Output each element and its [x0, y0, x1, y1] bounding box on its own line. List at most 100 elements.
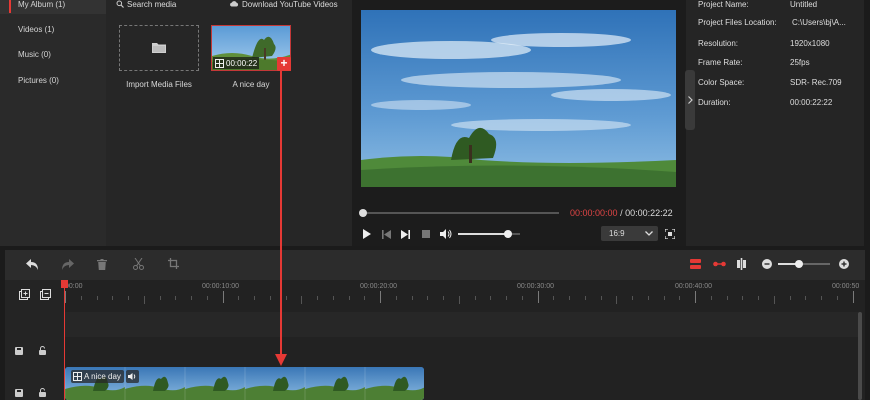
- ruler-tick: [600, 296, 602, 300]
- previous-frame-icon[interactable]: [382, 230, 391, 239]
- ruler-tick: [553, 296, 555, 300]
- ruler-tick: [395, 296, 397, 300]
- snap-icon[interactable]: [713, 260, 726, 268]
- download-youtube-button[interactable]: Download YouTube Videos: [229, 0, 338, 10]
- fullscreen-icon[interactable]: [665, 229, 675, 239]
- add-track-icon[interactable]: [19, 289, 30, 300]
- ruler-label-20: 00:00:20:00: [360, 283, 397, 290]
- track-lock-icon[interactable]: [39, 346, 46, 355]
- prop-key-files-location: Project Files Location:: [698, 18, 777, 27]
- ruler-tick: [584, 296, 586, 300]
- ruler-tick: [569, 296, 570, 300]
- ruler-tick: [458, 296, 460, 304]
- album-sidebar: My Album (1) Videos (1) Music (0) Pictur…: [0, 0, 106, 246]
- track-headers: [5, 280, 65, 400]
- next-frame-icon[interactable]: [401, 230, 410, 239]
- zoom-slider-track[interactable]: [778, 263, 830, 265]
- prop-value-resolution: 1920x1080: [790, 39, 830, 48]
- prop-key-resolution: Resolution:: [698, 39, 739, 48]
- chevron-down-icon: [645, 231, 653, 236]
- stop-icon[interactable]: [422, 230, 430, 238]
- ruler-tick: [663, 296, 665, 300]
- prop-key-duration: Duration:: [698, 98, 731, 107]
- ruler-tick: [789, 296, 791, 300]
- timeline-ruler[interactable]: 00:00 00:00:10:00 00:00:20:00 00:00:30:0…: [65, 280, 860, 312]
- ruler-tick: [521, 296, 523, 300]
- download-youtube-label: Download YouTube Videos: [242, 0, 338, 9]
- drag-to-timeline-arrow: [275, 66, 287, 366]
- redo-icon[interactable]: [61, 259, 74, 270]
- ruler-tick: [427, 296, 429, 300]
- film-icon: [73, 372, 82, 381]
- clip-duration-badge: 00:00:22: [213, 57, 260, 69]
- zoom-in-icon[interactable]: [839, 259, 849, 269]
- collapse-panel-handle[interactable]: [685, 70, 695, 130]
- ruler-tick: [112, 296, 114, 300]
- folder-icon: [152, 43, 166, 53]
- remove-track-icon[interactable]: [40, 289, 51, 300]
- film-icon: [215, 58, 224, 68]
- playback-progress-track[interactable]: [363, 212, 559, 214]
- track-lock-icon[interactable]: [39, 388, 46, 397]
- ruler-tick: [506, 296, 507, 300]
- empty-track-row[interactable]: [65, 312, 858, 337]
- marker-icon[interactable]: [737, 258, 746, 270]
- ruler-tick: [443, 296, 444, 300]
- time-display: 00:00:00:00 / 00:00:22:22: [570, 208, 673, 218]
- track-visibility-icon[interactable]: [15, 347, 23, 355]
- current-time: 00:00:00:00: [570, 208, 618, 218]
- search-media-label: Search media: [127, 0, 177, 9]
- album-item-videos[interactable]: Videos (1): [0, 21, 106, 39]
- ruler-tick: [65, 291, 66, 303]
- ruler-tick: [317, 296, 318, 300]
- import-media-tile[interactable]: [119, 25, 199, 71]
- crop-icon[interactable]: [168, 258, 179, 269]
- album-item-my-album[interactable]: My Album (1): [0, 0, 106, 14]
- search-media[interactable]: Search media: [116, 0, 176, 10]
- aspect-ratio-select[interactable]: 16:9: [601, 226, 658, 241]
- playback-progress-handle[interactable]: [359, 209, 367, 217]
- ruler-tick: [632, 296, 633, 300]
- clip-audio-toggle[interactable]: [126, 370, 139, 383]
- zoom-out-icon[interactable]: [762, 259, 772, 269]
- ruler-label-50: 00:00:50: [832, 283, 860, 290]
- timeline-vertical-scrollbar[interactable]: [858, 312, 862, 400]
- video-track-row[interactable]: [65, 341, 858, 363]
- ruler-tick: [222, 291, 224, 303]
- ruler-tick: [490, 296, 492, 300]
- ruler-tick: [348, 296, 350, 300]
- ruler-tick: [758, 296, 759, 300]
- aspect-ratio-value: 16:9: [609, 229, 625, 238]
- album-item-music[interactable]: Music (0): [0, 46, 106, 64]
- project-properties-panel: [686, 0, 864, 246]
- ruler-tick: [238, 296, 240, 300]
- volume-slider-handle[interactable]: [503, 230, 512, 238]
- ruler-tick: [254, 296, 255, 300]
- playhead-handle[interactable]: [61, 280, 68, 288]
- ruler-tick: [821, 296, 822, 300]
- volume-icon[interactable]: [440, 229, 452, 239]
- ruler-tick: [80, 296, 82, 300]
- ruler-tick: [679, 296, 681, 300]
- timeline-clip-label: A nice day: [84, 372, 121, 381]
- zoom-slider-handle[interactable]: [794, 260, 803, 268]
- split-scissors-icon[interactable]: [133, 258, 144, 270]
- video-frame-image: [361, 10, 676, 187]
- chevron-right-icon: [688, 96, 693, 104]
- prop-value-project-name: Untitled: [790, 0, 818, 9]
- ruler-tick: [773, 296, 775, 304]
- detach-audio-icon[interactable]: [690, 259, 701, 269]
- undo-icon[interactable]: [26, 259, 39, 270]
- ruler-tick: [474, 296, 476, 300]
- ruler-tick: [695, 291, 696, 303]
- album-item-pictures[interactable]: Pictures (0): [0, 72, 106, 90]
- ruler-tick: [742, 296, 744, 300]
- ruler-tick: [537, 291, 539, 303]
- ruler-tick: [191, 296, 192, 300]
- prop-value-color-space: SDR- Rec.709: [790, 78, 842, 87]
- play-icon[interactable]: [362, 229, 371, 239]
- track-visibility-icon[interactable]: [15, 389, 23, 397]
- ruler-tick: [380, 291, 381, 303]
- delete-icon[interactable]: [97, 259, 107, 270]
- total-time: 00:00:22:22: [625, 208, 673, 218]
